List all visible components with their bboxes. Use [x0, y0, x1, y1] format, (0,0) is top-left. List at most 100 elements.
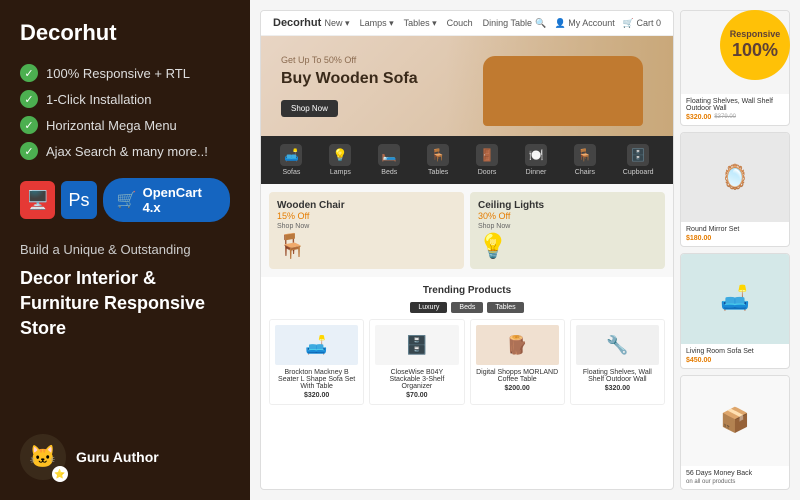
sidebar-description: Build a Unique & Outstanding [20, 240, 230, 260]
nav-link-couch[interactable]: Couch [447, 18, 473, 29]
preview-left: Decorhut New ▾ Lamps ▾ Tables ▾ Couch Di… [260, 10, 674, 490]
preview-promo: Wooden Chair 15% Off Shop Now 🪑 Ceiling … [261, 184, 673, 277]
cat-beds[interactable]: 🛏️ Beds [378, 144, 400, 176]
sidebar-title: Decorhut [20, 20, 230, 46]
nav-icons: 🔍 👤 My Account 🛒 Cart 0 [535, 18, 661, 29]
nav-link-lamps[interactable]: Lamps ▾ [360, 18, 394, 29]
nav-links: New ▾ Lamps ▾ Tables ▾ Couch Dining Tabl… [325, 18, 533, 29]
cat-dinner[interactable]: 🍽️ Dinner [525, 144, 547, 176]
promo-card-1[interactable]: Wooden Chair 15% Off Shop Now 🪑 [269, 192, 464, 269]
right-panel-name-4: 56 Days Money Back [686, 470, 784, 477]
right-panel-2[interactable]: 🪞 Round Mirror Set $180.00 [680, 132, 790, 248]
feature-list: ✓ 100% Responsive + RTL ✓ 1-Click Instal… [20, 64, 230, 160]
cat-icon-beds: 🛏️ [378, 144, 400, 166]
author-row: 🐱 ⭐ Guru Author [20, 434, 230, 480]
right-panel-img-4: 📦 [681, 376, 789, 467]
sidebar-product-title: Decor Interior & Furniture Responsive St… [20, 266, 230, 342]
nav-link-tables[interactable]: Tables ▾ [404, 18, 437, 29]
right-panel-price-2: $180.00 [686, 235, 711, 242]
cat-icon-doors: 🚪 [476, 144, 498, 166]
author-avatar: 🐱 ⭐ [20, 434, 66, 480]
cat-doors[interactable]: 🚪 Doors [476, 144, 498, 176]
cat-label-chairs: Chairs [575, 169, 595, 176]
product-card-3[interactable]: 🪵 Digital Shopps MORLAND Coffee Table $2… [470, 319, 565, 405]
product-img-2: 🗄️ [375, 325, 458, 365]
badge-icon-ps: Ps [61, 181, 96, 219]
product-img-4: 🔧 [576, 325, 659, 365]
right-panel-4[interactable]: 📦 56 Days Money Back on all our products [680, 375, 790, 491]
promo-name-1: Wooden Chair [277, 200, 456, 211]
promo-cta-1[interactable]: Shop Now [277, 223, 456, 230]
preview-trending: Trending Products Luxury Beds Tables 🛋️ … [261, 277, 673, 413]
responsive-percent: 100% [732, 40, 778, 62]
cat-tables[interactable]: 🪑 Tables [427, 144, 449, 176]
check-icon-4: ✓ [20, 142, 38, 160]
product-name-3: Digital Shopps MORLAND Coffee Table [476, 369, 559, 383]
cat-icon-lamps: 💡 [329, 144, 351, 166]
main-content: Responsive 100% Decorhut New ▾ Lamps ▾ T… [250, 0, 800, 500]
right-panel-old-price-1: $379.00 [714, 114, 736, 120]
feature-item-4: ✓ Ajax Search & many more..! [20, 142, 230, 160]
right-panel-name-3: Living Room Sofa Set [686, 348, 784, 355]
feature-label-2: 1-Click Installation [46, 92, 152, 107]
cat-icon-cupboard: 🗄️ [627, 144, 649, 166]
product-price-2: $70.00 [375, 392, 458, 399]
preview-navbar: Decorhut New ▾ Lamps ▾ Tables ▾ Couch Di… [261, 11, 673, 36]
promo-icon-2: 💡 [478, 232, 657, 261]
promo-cta-2[interactable]: Shop Now [478, 223, 657, 230]
hero-subtitle: Get Up To 50% Off [281, 55, 418, 65]
promo-discount-1: 15% Off [277, 211, 456, 221]
nav-link-dining[interactable]: Dining Table [483, 18, 532, 29]
right-panel-text-1: Floating Shelves, Wall Shelf Outdoor Wal… [681, 94, 789, 125]
check-icon-2: ✓ [20, 90, 38, 108]
cat-icon-sofas: 🛋️ [280, 144, 302, 166]
sofa-decoration [483, 56, 643, 126]
trend-tab-beds[interactable]: Beds [451, 302, 483, 313]
hero-image [446, 36, 673, 136]
store-preview: Decorhut New ▾ Lamps ▾ Tables ▾ Couch Di… [250, 0, 800, 500]
preview-categories: 🛋️ Sofas 💡 Lamps 🛏️ Beds 🪑 Tables 🚪 [261, 136, 673, 184]
author-icon: 🐱 [29, 444, 56, 470]
trend-tab-luxury[interactable]: Luxury [410, 302, 447, 313]
trend-tab-tables[interactable]: Tables [487, 302, 523, 313]
nav-logo: Decorhut [273, 17, 321, 29]
search-icon[interactable]: 🔍 [535, 18, 546, 29]
product-price-1: $320.00 [275, 392, 358, 399]
right-panel-name-1: Floating Shelves, Wall Shelf Outdoor Wal… [686, 98, 784, 112]
cat-label-beds: Beds [381, 169, 397, 176]
cart-icon[interactable]: 🛒 Cart 0 [623, 18, 661, 29]
product-card-1[interactable]: 🛋️ Brockton Mackney B Seater L Shape Sof… [269, 319, 364, 405]
right-panel-text-2: Round Mirror Set $180.00 [681, 222, 789, 246]
opencart-badge[interactable]: 🛒 OpenCart 4.x [103, 178, 230, 222]
account-icon[interactable]: 👤 My Account [555, 18, 615, 29]
nav-link-new[interactable]: New ▾ [325, 18, 350, 29]
product-name-1: Brockton Mackney B Seater L Shape Sofa S… [275, 369, 358, 390]
promo-name-2: Ceiling Lights [478, 200, 657, 211]
product-card-4[interactable]: 🔧 Floating Shelves, Wall Shelf Outdoor W… [570, 319, 665, 405]
product-price-3: $200.00 [476, 385, 559, 392]
trending-products: 🛋️ Brockton Mackney B Seater L Shape Sof… [269, 319, 665, 405]
right-panel-text-3: Living Room Sofa Set $450.00 [681, 344, 789, 368]
cat-lamps[interactable]: 💡 Lamps [329, 144, 351, 176]
check-icon-3: ✓ [20, 116, 38, 134]
product-card-2[interactable]: 🗄️ CloseWise B04Y Stackable 3-Shelf Orga… [369, 319, 464, 405]
right-panel-name-2: Round Mirror Set [686, 226, 784, 233]
right-panel-price-1: $320.00 [686, 114, 711, 121]
cat-chairs[interactable]: 🪑 Chairs [574, 144, 596, 176]
cat-label-dinner: Dinner [526, 169, 547, 176]
promo-card-2[interactable]: Ceiling Lights 30% Off Shop Now 💡 [470, 192, 665, 269]
cat-sofas[interactable]: 🛋️ Sofas [280, 144, 302, 176]
sidebar: Decorhut ✓ 100% Responsive + RTL ✓ 1-Cli… [0, 0, 250, 500]
hero-button[interactable]: Shop Now [281, 100, 338, 117]
right-panel-3[interactable]: 🛋️ Living Room Sofa Set $450.00 [680, 253, 790, 369]
opencart-label: OpenCart 4.x [143, 185, 216, 215]
preview-hero: Get Up To 50% Off Buy Wooden Sofa Shop N… [261, 36, 673, 136]
cat-icon-chairs: 🪑 [574, 144, 596, 166]
cat-label-cupboard: Cupboard [623, 169, 654, 176]
feature-item-2: ✓ 1-Click Installation [20, 90, 230, 108]
feature-item-3: ✓ Horizontal Mega Menu [20, 116, 230, 134]
cat-cupboard[interactable]: 🗄️ Cupboard [623, 144, 654, 176]
promo-icon-1: 🪑 [277, 232, 456, 261]
badge-icon-monitor: 🖥️ [20, 181, 55, 219]
feature-label-3: Horizontal Mega Menu [46, 118, 177, 133]
